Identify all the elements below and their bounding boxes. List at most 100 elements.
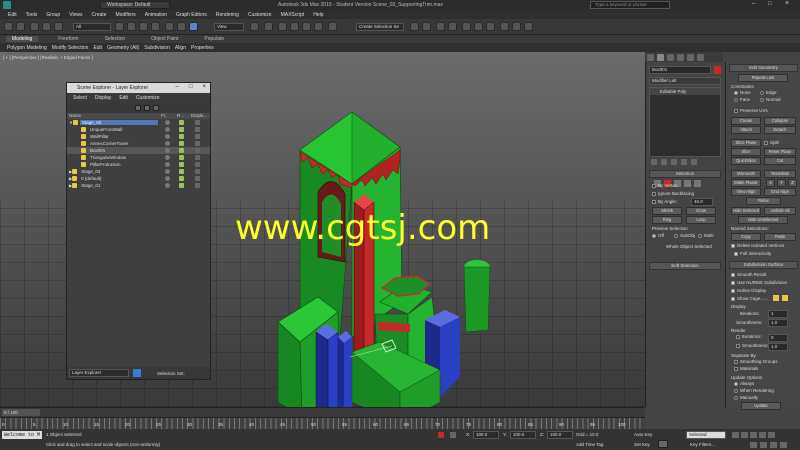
update-button[interactable]: Update <box>741 402 781 410</box>
layer-row[interactable]: ▶ Stage_03 <box>67 168 210 175</box>
explorer-menu-customize[interactable]: Customize <box>136 95 160 101</box>
tab-populate[interactable]: Populate <box>198 36 230 42</box>
quickslice-button[interactable]: QuickSlice <box>731 157 761 165</box>
z-coordinate-field[interactable]: 100.0 <box>547 431 573 439</box>
iterations-spinner[interactable]: 1 <box>768 310 788 318</box>
zoom-icon[interactable] <box>750 442 757 448</box>
auto-key-button[interactable]: Auto Key <box>634 432 652 437</box>
delete-isolated-checkbox[interactable]: Delete Isolated Vertices <box>731 243 784 248</box>
workspace-dropdown[interactable]: Workspace: Default <box>100 1 170 9</box>
smooth-result-checkbox[interactable]: Smooth Result <box>731 272 767 277</box>
msmooth-button[interactable]: MSmooth <box>731 170 761 178</box>
make-planar-button[interactable]: Make Planar <box>731 179 761 187</box>
constraint-normal-radio[interactable]: Normal <box>760 97 781 102</box>
show-cage-checkbox[interactable]: Show Cage...... <box>731 296 768 301</box>
polygon-icon[interactable] <box>684 180 691 187</box>
reference-coordinate-dropdown[interactable]: View <box>214 23 244 31</box>
app-logo-icon[interactable] <box>3 1 11 9</box>
ribbon-polygon-modeling[interactable]: Polygon Modeling <box>7 45 47 51</box>
pivot-center-icon[interactable] <box>250 22 259 31</box>
paste-button[interactable]: Paste <box>764 233 796 241</box>
update-always-radio[interactable]: Always <box>734 381 754 386</box>
go-to-start-icon[interactable] <box>732 432 739 438</box>
select-object-icon[interactable] <box>115 22 124 31</box>
selection-filter-dropdown[interactable]: All <box>73 23 111 31</box>
preview-off-radio[interactable]: Off <box>652 233 664 238</box>
create-button[interactable]: Create <box>731 117 761 125</box>
select-manipulate-icon[interactable] <box>264 22 273 31</box>
ribbon-edit[interactable]: Edit <box>93 45 102 51</box>
slice-plane-button[interactable]: Slice Plane <box>731 139 761 147</box>
cage-selected-color-swatch[interactable] <box>782 295 788 301</box>
col-render[interactable]: R... <box>177 113 184 118</box>
menu-graph-editors[interactable]: Graph Editors <box>176 12 207 18</box>
key-mode-dropdown[interactable]: Selected <box>686 431 726 439</box>
object-row[interactable]: TriangularWindow <box>67 154 210 161</box>
planar-z-button[interactable]: Z <box>788 179 797 187</box>
curve-editor-icon[interactable] <box>462 22 471 31</box>
window-crossing-icon[interactable] <box>151 22 160 31</box>
selection-rollout[interactable]: Selection <box>649 170 721 178</box>
object-row[interactable]: Box001 <box>67 147 210 154</box>
layer-explorer-toggle-icon[interactable] <box>133 369 141 377</box>
close-icon[interactable]: × <box>202 84 206 90</box>
bulb-icon[interactable] <box>72 169 78 174</box>
slice-button[interactable]: Slice <box>731 148 761 156</box>
region-select-icon[interactable] <box>139 22 148 31</box>
link-icon[interactable] <box>30 22 39 31</box>
scene-explorer-window[interactable]: Scene Explorer - Layer Explorer – □ × Se… <box>66 82 211 380</box>
layer-row[interactable]: ▶ 0 (default) <box>67 175 210 182</box>
bulb-icon[interactable] <box>72 120 78 125</box>
bulb-icon[interactable] <box>81 134 86 139</box>
cut-button[interactable]: Cut <box>764 157 796 165</box>
ribbon-properties[interactable]: Properties <box>191 45 214 51</box>
object-row[interactable]: UnqueFrontWall <box>67 126 210 133</box>
menu-tools[interactable]: Tools <box>26 12 38 18</box>
angle-spinner[interactable]: 45.0 <box>691 198 713 206</box>
percent-snap-icon[interactable] <box>302 22 311 31</box>
play-icon[interactable] <box>750 432 757 438</box>
close-button[interactable]: × <box>785 0 789 7</box>
show-end-result-icon[interactable] <box>661 159 667 165</box>
full-interactivity-checkbox[interactable]: Full Interactivity <box>734 251 771 256</box>
collapse-button[interactable]: Collapse <box>764 117 796 125</box>
loop-button[interactable]: Loop <box>686 216 716 224</box>
explorer-titlebar[interactable]: Scene Explorer - Layer Explorer – □ × <box>67 83 210 93</box>
search-input[interactable]: Type a keyword or phrase <box>590 1 670 9</box>
bulb-icon[interactable] <box>72 183 78 188</box>
rotate-icon[interactable] <box>177 22 186 31</box>
render-setup-icon[interactable] <box>500 22 509 31</box>
isoline-display-checkbox[interactable]: Isoline Display <box>731 288 766 293</box>
schematic-view-icon[interactable] <box>474 22 483 31</box>
add-to-layer-icon[interactable] <box>144 105 150 111</box>
maxscript-listener[interactable]: Welcome to M <box>2 431 42 439</box>
snaps-icon[interactable] <box>278 22 287 31</box>
motion-tab-icon[interactable] <box>677 54 684 61</box>
set-key-icon[interactable] <box>658 440 668 448</box>
bulb-icon[interactable] <box>81 148 86 153</box>
explorer-menu-edit[interactable]: Edit <box>119 95 128 101</box>
constraint-edge-radio[interactable]: Edge <box>760 90 777 95</box>
render-iterations-spinner[interactable]: 0 <box>768 334 788 342</box>
object-row[interactable]: AnnexCornerTower <box>67 140 210 147</box>
by-vertex-checkbox[interactable]: By Vertex <box>652 183 677 188</box>
stack-item-editable-poly[interactable]: Editable Poly <box>650 88 720 95</box>
hierarchy-tab-icon[interactable] <box>667 54 674 61</box>
update-when-rendering-radio[interactable]: When Rendering <box>734 388 774 393</box>
render-smoothness-checkbox[interactable]: Smoothness: <box>736 343 768 348</box>
copy-button[interactable]: Copy <box>731 233 761 241</box>
x-coordinate-field[interactable]: 100.0 <box>473 431 499 439</box>
object-name-field[interactable]: Box001 <box>649 66 711 74</box>
col-name[interactable]: Name <box>69 113 81 118</box>
redo-icon[interactable] <box>16 22 25 31</box>
element-icon[interactable] <box>694 180 701 187</box>
explorer-menu-display[interactable]: Display <box>95 95 111 101</box>
bulb-icon[interactable] <box>81 141 86 146</box>
edit-named-selections-icon[interactable] <box>328 22 337 31</box>
minimize-button[interactable]: – <box>752 1 755 7</box>
angle-snap-icon[interactable] <box>290 22 299 31</box>
lock-selection-icon[interactable] <box>438 432 444 438</box>
remove-modifier-icon[interactable] <box>681 159 687 165</box>
orbit-icon[interactable] <box>760 442 767 448</box>
menu-customize[interactable]: Customize <box>248 12 272 18</box>
